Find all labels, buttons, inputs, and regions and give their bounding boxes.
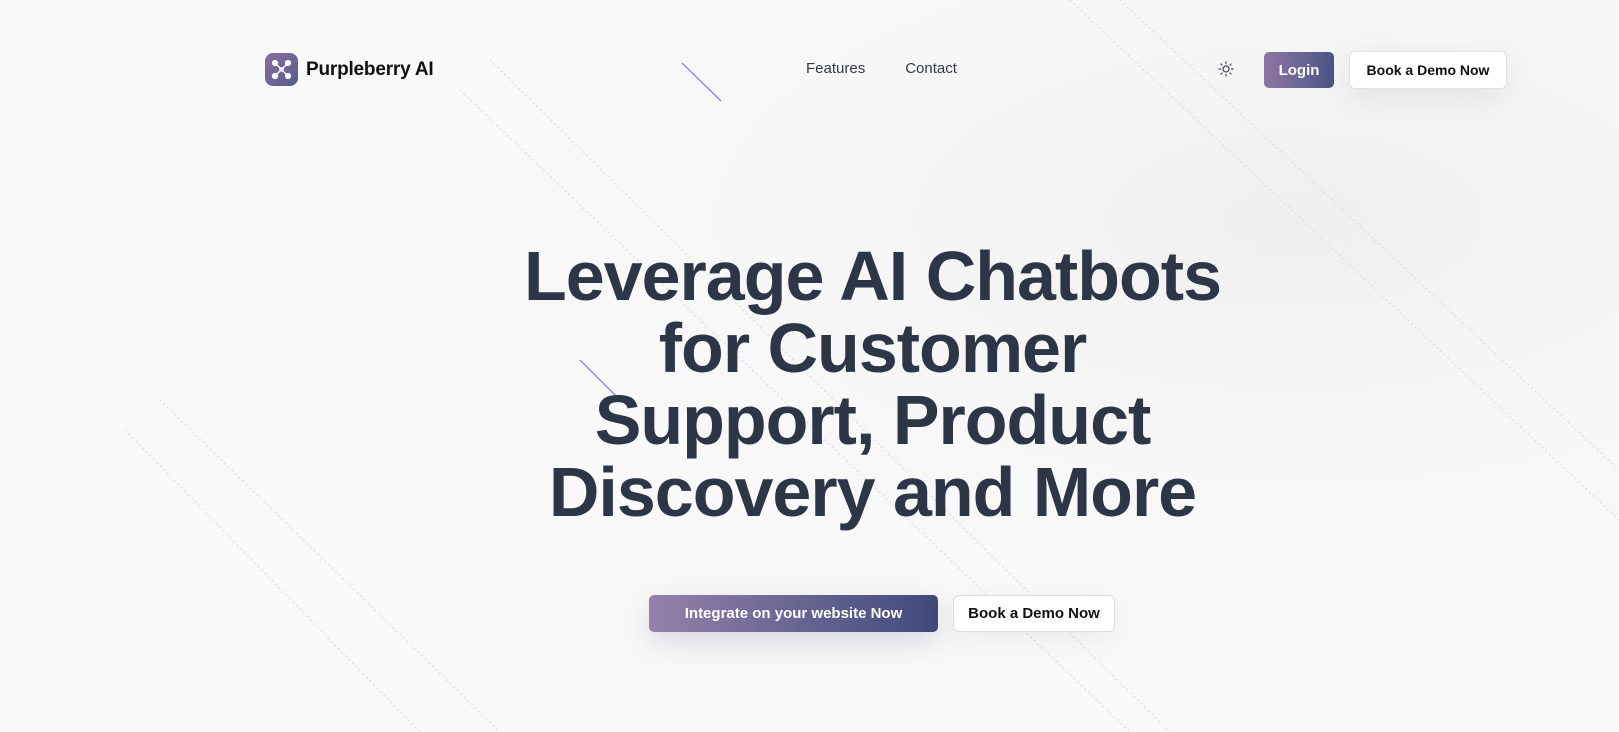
book-demo-button-nav[interactable]: Book a Demo Now [1349, 51, 1507, 89]
hero-title-line: Leverage AI Chatbots [523, 237, 1222, 315]
top-navigation: Purpleberry AI Features Contact Login Bo… [265, 50, 1507, 89]
hero-cta-row: Integrate on your website Now Book a Dem… [649, 595, 1115, 632]
integrate-now-button[interactable]: Integrate on your website Now [649, 595, 938, 632]
hero-title: Leverage AI Chatbots for Customer Suppor… [450, 240, 1295, 528]
book-demo-button-hero[interactable]: Book a Demo Now [953, 595, 1115, 632]
theme-toggle-button[interactable] [1216, 59, 1236, 79]
nav-link-features[interactable]: Features [806, 60, 865, 77]
hero-title-line: Support, Product [594, 381, 1152, 459]
nav-link-contact[interactable]: Contact [905, 60, 957, 77]
hero-title-line: for Customer [658, 309, 1087, 387]
nav-links: Features Contact [806, 60, 957, 77]
sun-icon [1218, 61, 1234, 77]
login-button[interactable]: Login [1264, 52, 1334, 88]
network-nodes-icon [265, 53, 298, 86]
hero-title-line: Discovery and More [548, 453, 1197, 531]
brand-name: Purpleberry AI [306, 58, 434, 80]
brand-home-link[interactable]: Purpleberry AI [265, 53, 434, 86]
